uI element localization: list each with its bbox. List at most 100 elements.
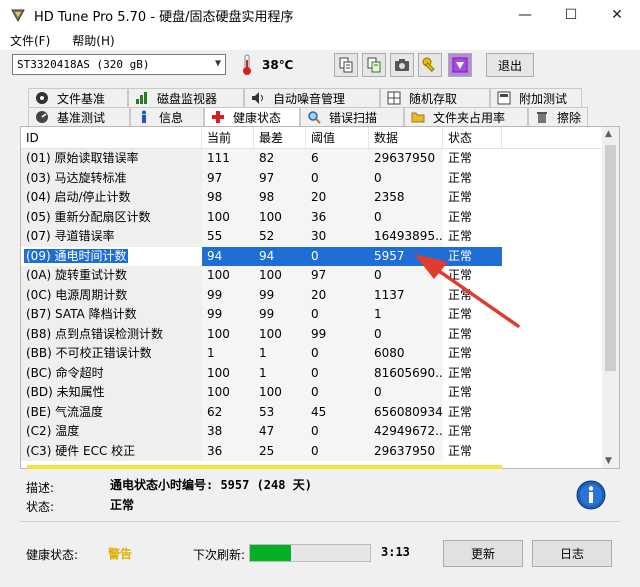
exit-button[interactable]: 退出 <box>486 53 534 77</box>
table-row[interactable]: (03) 马达旋转标准 97 97 0 0 正常 <box>21 168 603 188</box>
tab-erase[interactable]: 擦除 <box>528 107 588 126</box>
cell-threshold: 30 <box>306 227 369 247</box>
drive-select-value: ST3320418AS (320 gB) <box>17 58 150 71</box>
table-row[interactable]: (B8) 点到点错误检测计数 100 100 99 0 正常 <box>21 324 603 344</box>
cell-worst: 1 <box>254 363 306 383</box>
cell-data: 0 <box>369 383 443 403</box>
cell-current: 98 <box>202 188 254 208</box>
random-access-icon <box>387 91 401 105</box>
cell-id: (B7) SATA 降档计数 <box>21 305 202 325</box>
table-row[interactable]: (BC) 命令超时 100 1 0 81605690... 正常 <box>21 363 603 383</box>
maximize-button[interactable]: ☐ <box>548 0 594 30</box>
window-controls: — ☐ ✕ <box>502 0 640 30</box>
column-header-current[interactable]: 当前 <box>202 127 254 148</box>
table-row[interactable]: (BD) 未知属性 100 100 0 0 正常 <box>21 383 603 403</box>
next-refresh-label: 下次刷新: <box>193 548 246 562</box>
cell-data: 42949672... <box>369 422 443 442</box>
cell-status: 正常 <box>448 170 473 185</box>
log-button[interactable]: 日志 <box>532 540 612 567</box>
cell-id: (03) 马达旋转标准 <box>21 168 202 188</box>
tab-benchmark[interactable]: 基准测试 <box>28 107 130 126</box>
cell-threshold: 0 <box>306 168 369 188</box>
tab-label: 随机存取 <box>409 91 458 106</box>
tab-random-access[interactable]: 随机存取 <box>380 88 490 107</box>
health-status-label: 健康状态: <box>26 548 79 562</box>
cell-status: 正常 <box>448 209 473 224</box>
benchmark-icon <box>36 111 48 123</box>
cell-id: (B8) 点到点错误检测计数 <box>21 324 202 344</box>
table-row[interactable]: (C3) 硬件 ECC 校正 36 25 0 29637950 正常 <box>21 441 603 461</box>
column-header-data[interactable]: 数据 <box>369 127 443 148</box>
speaker-icon <box>252 92 263 104</box>
table-body: (01) 原始读取错误率 111 82 6 29637950 正常 (03) 马达旋转标准 9… <box>21 149 603 461</box>
table-row[interactable]: (04) 启动/停止计数 98 98 20 2358 正常 <box>21 188 603 208</box>
cell-threshold: 36 <box>306 207 369 227</box>
close-button[interactable]: ✕ <box>594 0 640 30</box>
menu-file[interactable]: 文件(F) <box>10 32 50 49</box>
cell-threshold: 99 <box>306 324 369 344</box>
info-button-icon[interactable] <box>576 480 606 510</box>
description-label: 描述: <box>26 481 55 495</box>
tab-file-benchmark[interactable]: 文件基准 <box>28 88 128 107</box>
table-row[interactable]: (09) 通电时间计数 94 94 0 5957 正常 <box>21 246 603 266</box>
tab-label: 基准测试 <box>57 110 106 125</box>
tab-label: 信息 <box>159 110 184 125</box>
copy-info-button[interactable] <box>362 53 386 77</box>
menu-bar: 文件(F) 帮助(H) <box>0 30 640 50</box>
wrench-icon <box>422 57 435 72</box>
screenshot-button[interactable] <box>390 53 414 77</box>
table-row[interactable]: (BE) 气流温度 62 53 45 656080934 正常 <box>21 402 603 422</box>
column-header-status[interactable]: 状态 <box>443 127 502 148</box>
tab-health[interactable]: 健康状态 <box>204 107 300 126</box>
table-row[interactable]: (07) 寻道错误率 55 52 30 16493895... 正常 <box>21 227 603 247</box>
table-row[interactable]: (0A) 旋转重试计数 100 100 97 0 正常 <box>21 266 603 286</box>
minimize-button[interactable]: — <box>502 0 548 30</box>
tab-info[interactable]: 信息 <box>130 107 204 126</box>
cell-threshold: 45 <box>306 402 369 422</box>
tab-noise-management[interactable]: 自动噪音管理 <box>244 88 380 107</box>
tabs-row-1: 文件基准 磁盘监视器 自动噪音管理 随机存取 附加测试 <box>28 88 582 107</box>
table-row[interactable]: (05) 重新分配扇区计数 100 100 36 0 正常 <box>21 207 603 227</box>
tab-error-scan[interactable]: 错误扫描 <box>300 107 404 126</box>
cell-data: 1137 <box>369 285 443 305</box>
cell-status: 正常 <box>448 268 473 282</box>
cell-id: (01) 原始读取错误率 <box>21 149 202 169</box>
cell-threshold: 0 <box>306 344 369 364</box>
options-button[interactable] <box>418 53 442 77</box>
tab-folder-usage[interactable]: 文件夹占用率 <box>404 107 528 126</box>
column-header-threshold[interactable]: 阈值 <box>306 127 369 148</box>
table-row[interactable]: (01) 原始读取错误率 111 82 6 29637950 正常 <box>21 149 603 169</box>
cell-worst: 98 <box>254 188 306 208</box>
cell-status: 正常 <box>443 246 502 266</box>
window-title: HD Tune Pro 5.70 - 硬盘/固态硬盘实用程序 <box>34 9 294 25</box>
cell-data: 81605690... <box>369 363 443 383</box>
table-row[interactable]: (0C) 电源周期计数 99 99 20 1137 正常 <box>21 285 603 305</box>
copy-button[interactable] <box>334 53 358 77</box>
scroll-down-icon[interactable]: ▼ <box>605 456 612 466</box>
column-header-id[interactable]: ID <box>21 127 202 148</box>
menu-help[interactable]: 帮助(H) <box>72 32 114 49</box>
table-row[interactable]: (C2) 温度 38 47 0 42949672... 正常 <box>21 422 603 442</box>
scrollbar-thumb[interactable] <box>605 145 616 371</box>
update-button[interactable]: 更新 <box>443 540 523 567</box>
cell-current: 38 <box>202 422 254 442</box>
footer-separator <box>20 521 620 522</box>
health-cross-icon <box>212 111 224 123</box>
cell-status: 正常 <box>448 307 473 321</box>
tabs-row-2: 基准测试 信息 健康状态 错误扫描 文件夹占用率 擦除 <box>28 107 588 126</box>
cell-status: 正常 <box>448 151 473 165</box>
tab-label: 健康状态 <box>233 110 282 125</box>
folder-icon <box>411 112 425 123</box>
download-button[interactable] <box>448 53 472 77</box>
tab-extra-tests[interactable]: 附加测试 <box>490 88 582 107</box>
table-row[interactable]: (BB) 不可校正错误计数 1 1 0 6080 正常 <box>21 344 603 364</box>
cell-id: (05) 重新分配扇区计数 <box>21 207 202 227</box>
column-header-worst[interactable]: 最差 <box>254 127 306 148</box>
scroll-up-icon[interactable]: ▲ <box>605 129 612 139</box>
vertical-scrollbar[interactable]: ▲ ▼ <box>602 127 619 468</box>
temperature-readout: 38℃ <box>262 58 294 72</box>
drive-select[interactable]: ST3320418AS (320 gB) ▼ <box>12 54 226 75</box>
tab-disk-monitor[interactable]: 磁盘监视器 <box>128 88 244 107</box>
extra-tests-icon <box>497 91 511 105</box>
table-row[interactable]: (B7) SATA 降档计数 99 99 0 1 正常 <box>21 305 603 325</box>
